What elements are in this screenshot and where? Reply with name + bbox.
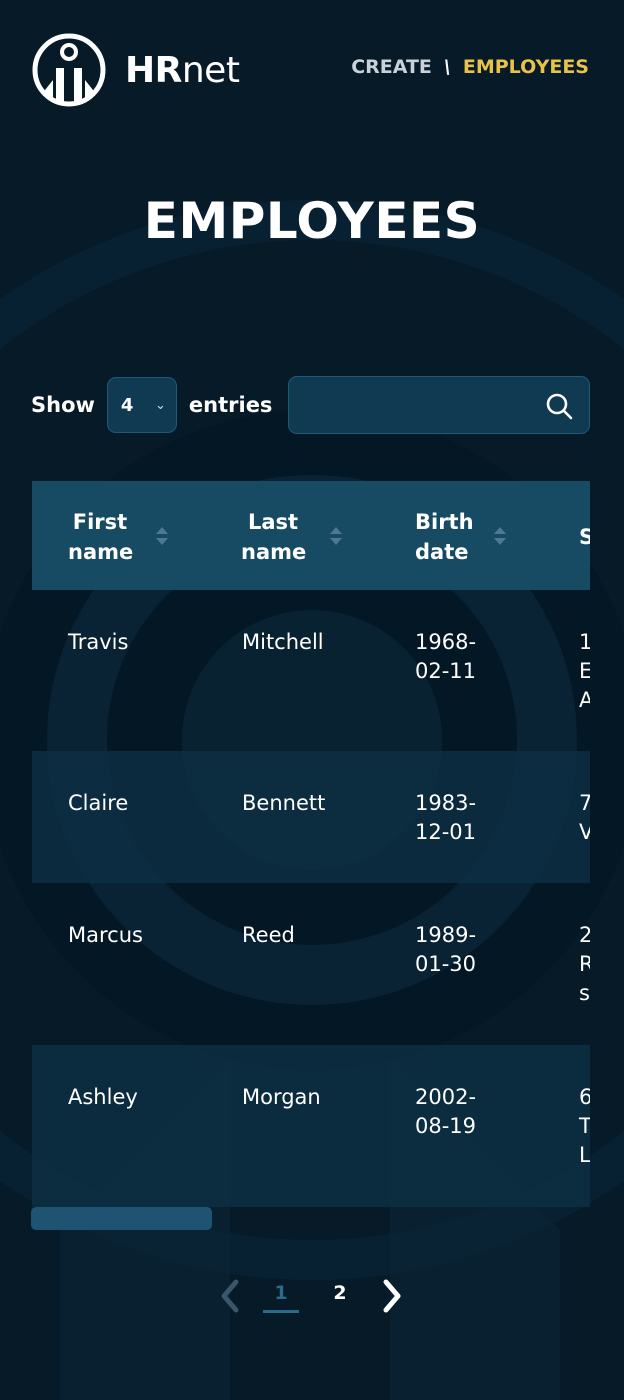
entries-label: entries <box>188 393 273 417</box>
nav-employees-link[interactable]: EMPLOYEES <box>463 56 589 78</box>
cell-last-name: Mitchell <box>242 630 324 654</box>
page-title: EMPLOYEES <box>143 192 481 250</box>
entries-select[interactable]: 4 ⌄ <box>106 377 177 433</box>
table-controls: Show 4 ⌄ entries <box>31 376 590 434</box>
chevron-left-icon[interactable] <box>214 1276 244 1316</box>
cell-street: 1EA <box>579 630 590 712</box>
column-header-street[interactable]: S <box>579 522 590 552</box>
logo-text: HRnet <box>125 49 240 91</box>
cell-first-name: Travis <box>68 630 129 654</box>
column-header-first-name[interactable]: First name <box>68 507 133 567</box>
cell-first-name: Marcus <box>68 923 143 947</box>
show-label: Show <box>31 393 95 417</box>
table-row[interactable]: Marcus Reed 1989- 01-30 2Rs <box>32 883 590 1045</box>
column-header-birth-date[interactable]: Birth date <box>415 507 485 567</box>
search-input[interactable] <box>288 376 590 434</box>
table-header-row: First name Last name Birth date S <box>32 481 590 590</box>
table-row[interactable]: Ashley Morgan 2002- 08-19 6TL <box>32 1045 590 1207</box>
horizontal-scrollbar[interactable] <box>31 1207 212 1230</box>
top-header: HRnet CREATE \ EMPLOYEES <box>0 0 624 140</box>
cell-last-name: Reed <box>242 923 295 947</box>
employees-table: First name Last name Birth date S Travis Mi… <box>32 481 590 1207</box>
hrnet-logo-icon <box>32 33 106 107</box>
entries-select-value: 4 <box>120 394 134 416</box>
cell-birth-date: 1989- 01-30 <box>415 923 477 976</box>
page-button-2[interactable]: 2 <box>322 1282 358 1304</box>
cell-birth-date: 2002- 08-19 <box>415 1085 477 1138</box>
cell-last-name: Morgan <box>242 1085 321 1109</box>
cell-street: 7V <box>579 791 590 844</box>
nav-create-link[interactable]: CREATE <box>351 56 432 78</box>
search-icon[interactable] <box>544 391 574 421</box>
logo[interactable]: HRnet <box>31 32 240 108</box>
cell-birth-date: 1983- 12-01 <box>415 791 477 844</box>
breadcrumb-nav: CREATE \ EMPLOYEES <box>351 56 589 78</box>
cell-first-name: Ashley <box>68 1085 138 1109</box>
cell-street: 6TL <box>579 1085 590 1167</box>
current-page-indicator <box>263 1310 299 1313</box>
cell-birth-date: 1968- 02-11 <box>415 630 477 683</box>
nav-separator: \ <box>443 56 451 78</box>
chevron-down-icon: ⌄ <box>155 397 166 413</box>
sort-icon[interactable] <box>329 525 343 547</box>
cell-street: 2Rs <box>579 923 590 1005</box>
pagination: 1 2 <box>0 1272 624 1322</box>
chevron-right-icon[interactable] <box>378 1276 408 1316</box>
table-row[interactable]: Claire Bennett 1983- 12-01 7V <box>32 751 590 883</box>
sort-icon[interactable] <box>493 525 507 547</box>
cell-first-name: Claire <box>68 791 129 815</box>
table-row[interactable]: Travis Mitchell 1968- 02-11 1EA <box>32 590 590 751</box>
cell-last-name: Bennett <box>242 791 326 815</box>
page-button-1[interactable]: 1 <box>263 1282 299 1304</box>
column-header-last-name[interactable]: Last name <box>241 507 306 567</box>
sort-icon[interactable] <box>155 525 169 547</box>
